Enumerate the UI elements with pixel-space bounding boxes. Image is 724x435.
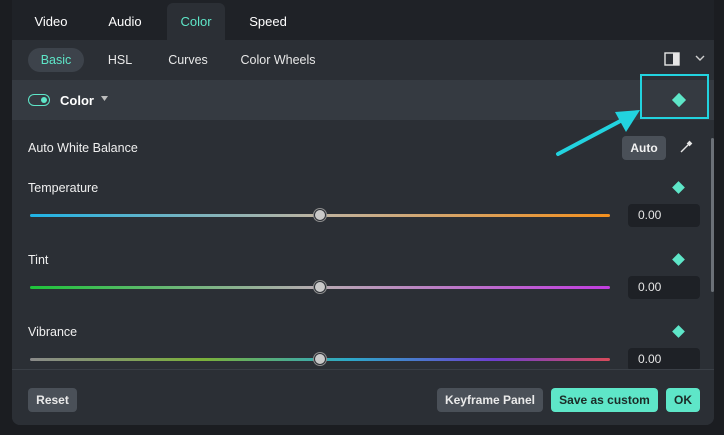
subtab-basic[interactable]: Basic (28, 48, 84, 72)
color-adjust-panel: Video Audio Color Speed Basic HSL Curves… (12, 0, 714, 425)
temperature-slider-thumb[interactable] (314, 209, 326, 221)
tint-label: Tint (28, 253, 49, 267)
tab-video[interactable]: Video (26, 3, 76, 40)
scrollbar[interactable] (711, 138, 714, 292)
vibrance-label: Vibrance (28, 325, 78, 339)
subtab-curves[interactable]: Curves (160, 48, 216, 72)
subtab-hsl[interactable]: HSL (102, 48, 138, 72)
split-view-icon[interactable] (664, 52, 680, 66)
save-as-custom-button[interactable]: Save as custom (551, 388, 658, 412)
tab-audio[interactable]: Audio (100, 3, 150, 40)
subtab-color-wheels[interactable]: Color Wheels (234, 48, 322, 72)
color-toggle[interactable] (28, 94, 50, 106)
tab-color[interactable]: Color (167, 3, 225, 40)
chevron-down-icon[interactable] (694, 53, 706, 63)
footer-bar: Reset Keyframe Panel Save as custom OK (12, 369, 714, 425)
vibrance-value[interactable]: 0.00 (628, 348, 700, 371)
toggle-knob (41, 96, 47, 103)
tint-keyframe-icon[interactable] (672, 253, 685, 266)
top-tabs: Video Audio Color Speed (12, 0, 714, 40)
section-title: Color (60, 93, 94, 108)
temperature-keyframe-icon[interactable] (672, 181, 685, 194)
auto-button[interactable]: Auto (622, 136, 666, 160)
reset-button[interactable]: Reset (28, 388, 77, 412)
temperature-value[interactable]: 0.00 (628, 204, 700, 227)
vibrance-keyframe-icon[interactable] (672, 325, 685, 338)
temperature-label: Temperature (28, 181, 99, 195)
ok-button[interactable]: OK (666, 388, 700, 412)
vibrance-slider-thumb[interactable] (314, 353, 326, 365)
auto-white-balance-label: Auto White Balance (28, 141, 138, 155)
tint-slider-thumb[interactable] (314, 281, 326, 293)
tab-speed[interactable]: Speed (240, 3, 296, 40)
keyframe-panel-button[interactable]: Keyframe Panel (437, 388, 543, 412)
eyedropper-icon[interactable] (679, 140, 693, 154)
tint-value[interactable]: 0.00 (628, 276, 700, 299)
caret-down-icon[interactable] (101, 96, 108, 102)
